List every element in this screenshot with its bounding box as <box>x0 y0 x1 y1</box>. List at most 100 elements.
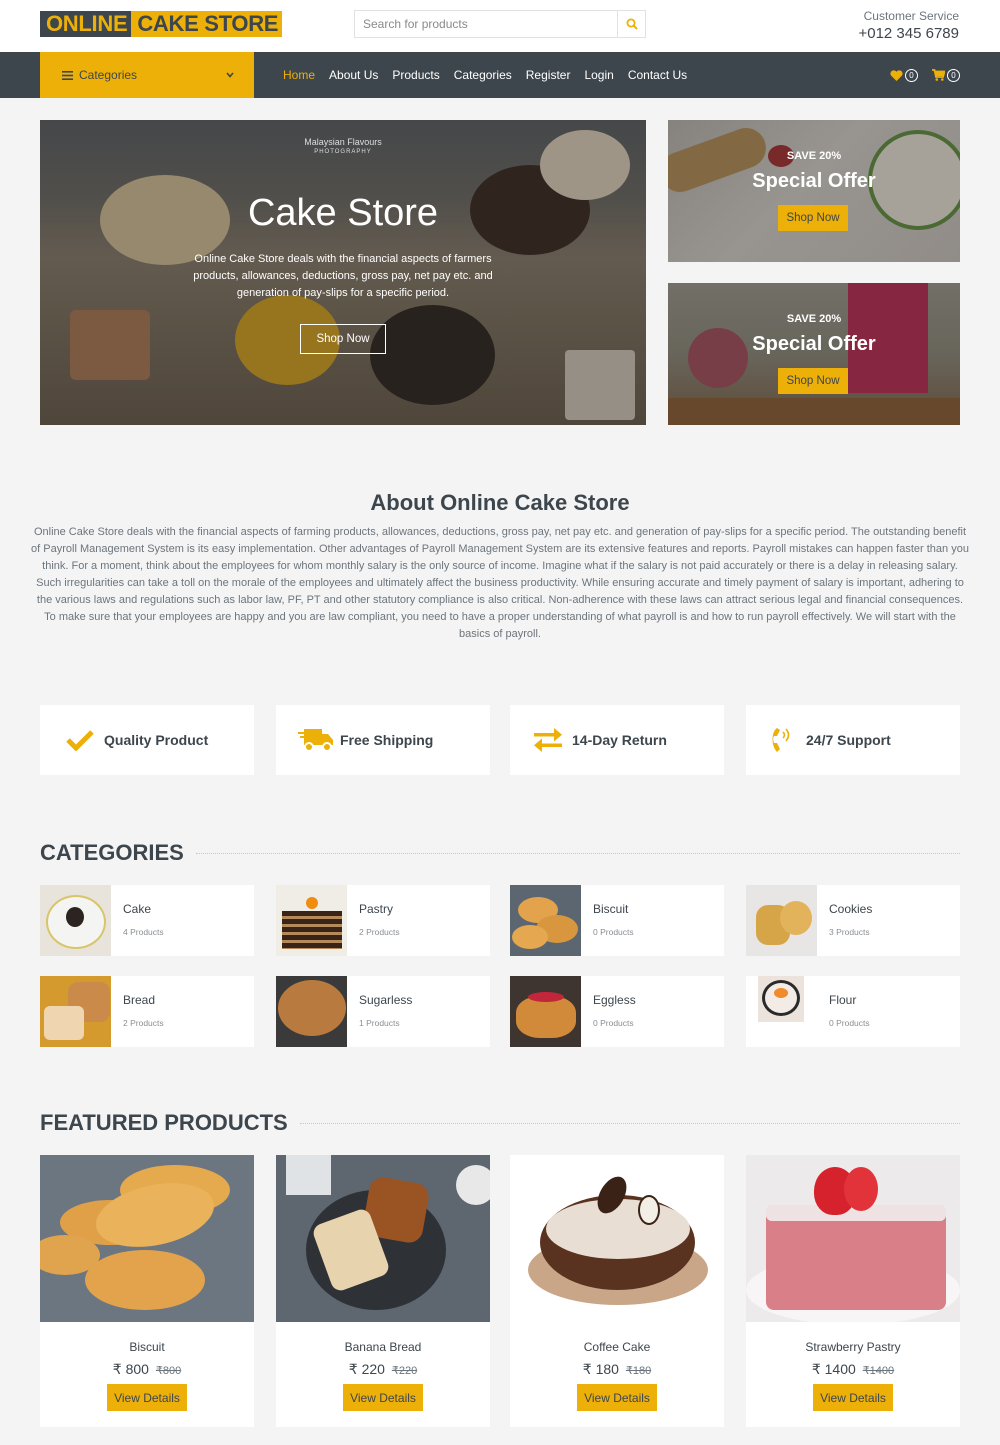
offer-2-shop-now-button[interactable]: Shop Now <box>778 368 848 394</box>
nav-links: Home About Us Products Categories Regist… <box>283 52 687 98</box>
category-name: Sugarless <box>359 993 413 1007</box>
offer-1-shop-now-button[interactable]: Shop Now <box>778 205 848 231</box>
category-card-flour[interactable]: Flour 0 Products <box>746 976 960 1047</box>
category-card-bread[interactable]: Bread 2 Products <box>40 976 254 1047</box>
about-text: Online Cake Store deals with the financi… <box>31 526 969 640</box>
shipping-truck-icon <box>298 729 333 752</box>
category-name: Cookies <box>829 902 873 916</box>
category-image <box>276 885 347 956</box>
offer-2-title: Special Offer <box>752 333 876 355</box>
category-count: 3 Products <box>829 927 870 937</box>
heart-icon <box>890 69 903 81</box>
watermark-line1: Malaysian Flavours <box>304 137 382 147</box>
nav-link-home[interactable]: Home <box>283 68 315 82</box>
category-card-pastry[interactable]: Pastry 2 Products <box>276 885 490 956</box>
nav-link-register[interactable]: Register <box>526 68 571 82</box>
category-name: Cake <box>123 902 152 916</box>
category-image <box>510 885 581 956</box>
category-card-cake[interactable]: Cake 4 Products <box>40 885 254 956</box>
customer-service-label: Customer Service <box>863 9 959 23</box>
check-icon <box>66 730 94 751</box>
search-icon <box>626 18 638 30</box>
product-image[interactable] <box>276 1155 490 1322</box>
phone-volume-icon <box>772 728 790 752</box>
product-price: ₹ 220 ₹220 <box>276 1361 490 1378</box>
menu-icon <box>62 70 73 80</box>
product-card-coffee-cake: Coffee Cake ₹ 180 ₹180 View Details <box>510 1155 724 1427</box>
nav-link-about-us[interactable]: About Us <box>329 68 378 82</box>
current-price: ₹ 1400 <box>811 1361 856 1377</box>
product-price: ₹ 800 ₹800 <box>40 1361 254 1378</box>
category-image <box>40 976 111 1047</box>
featured-title: FEATURED PRODUCTS <box>40 1110 288 1135</box>
feature-free-shipping: Free Shipping <box>276 705 490 775</box>
hero-carousel: Malaysian Flavours PHOTOGRAPHY Cake Stor… <box>40 120 646 425</box>
product-card-banana-bread: Banana Bread ₹ 220 ₹220 View Details <box>276 1155 490 1427</box>
feature-24-7-support: 24/7 Support <box>746 705 960 775</box>
search-button[interactable] <box>617 11 645 37</box>
store-logo[interactable]: ONLINE CAKE STORE <box>40 11 283 37</box>
product-image[interactable] <box>40 1155 254 1322</box>
offer-banner-2: SAVE 20% Special Offer Shop Now <box>668 283 960 425</box>
category-image <box>510 976 581 1047</box>
hero-title: Cake Store <box>247 192 439 234</box>
logo-part-online: ONLINE <box>40 11 132 37</box>
view-details-button[interactable]: View Details <box>107 1384 187 1411</box>
nav-link-login[interactable]: Login <box>584 68 613 82</box>
view-details-button[interactable]: View Details <box>813 1384 893 1411</box>
feature-label: Free Shipping <box>340 732 434 748</box>
top-header: ONLINE CAKE STORE Customer Service +012 … <box>0 0 1000 52</box>
nav-link-products[interactable]: Products <box>392 68 439 82</box>
offer-banner-1: SAVE 20% Special Offer Shop Now <box>668 120 960 262</box>
cart-icon <box>932 69 945 81</box>
section-divider <box>195 852 960 854</box>
category-card-sugarless[interactable]: Sugarless 1 Products <box>276 976 490 1047</box>
product-price: ₹ 1400 ₹1400 <box>746 1361 960 1378</box>
wishlist-button[interactable]: 0 <box>890 68 918 82</box>
category-card-biscuit[interactable]: Biscuit 0 Products <box>510 885 724 956</box>
categories-dropdown-button[interactable]: Categories <box>40 52 254 98</box>
feature-label: Quality Product <box>104 732 209 748</box>
category-count: 2 Products <box>123 1018 164 1028</box>
nav-icons: 0 0 <box>890 52 960 98</box>
product-image[interactable] <box>510 1155 724 1322</box>
current-price: ₹ 800 <box>112 1361 149 1377</box>
customer-service: Customer Service +012 345 6789 <box>858 9 959 42</box>
nav-link-contact-us[interactable]: Contact Us <box>628 68 687 82</box>
exchange-arrows-icon <box>534 728 562 752</box>
main-navbar: Categories Home About Us Products Catego… <box>0 52 1000 98</box>
product-name: Coffee Cake <box>583 1340 651 1354</box>
hero-shop-now-button[interactable]: Shop Now <box>300 324 386 354</box>
search-input[interactable] <box>355 11 617 37</box>
category-card-cookies[interactable]: Cookies 3 Products <box>746 885 960 956</box>
category-count: 2 Products <box>359 927 400 937</box>
featured-header: FEATURED PRODUCTS <box>40 1110 960 1136</box>
category-name: Pastry <box>359 902 394 916</box>
view-details-button[interactable]: View Details <box>577 1384 657 1411</box>
product-card-strawberry-pastry: Strawberry Pastry ₹ 1400 ₹1400 View Deta… <box>746 1155 960 1427</box>
product-name: Biscuit <box>129 1340 165 1354</box>
old-price: ₹220 <box>391 1365 418 1377</box>
product-name: Banana Bread <box>344 1340 422 1354</box>
offer-2-save: SAVE 20% <box>786 313 842 325</box>
feature-label: 14-Day Return <box>572 732 667 748</box>
wishlist-count: 0 <box>905 68 918 82</box>
feature-quality-product: Quality Product <box>40 705 254 775</box>
category-image <box>40 885 111 956</box>
category-image <box>746 885 817 956</box>
category-count: 0 Products <box>829 1018 870 1028</box>
feature-14-day-return: 14-Day Return <box>510 705 724 775</box>
search-bar <box>354 10 646 38</box>
categories-title: CATEGORIES <box>40 840 184 865</box>
view-details-button[interactable]: View Details <box>343 1384 423 1411</box>
nav-link-categories[interactable]: Categories <box>454 68 512 82</box>
offer-1-save: SAVE 20% <box>786 150 842 162</box>
cart-button[interactable]: 0 <box>932 68 960 82</box>
category-name: Flour <box>829 993 857 1007</box>
category-count: 4 Products <box>123 927 164 937</box>
category-card-eggless[interactable]: Eggless 0 Products <box>510 976 724 1047</box>
product-image[interactable] <box>746 1155 960 1322</box>
old-price: ₹180 <box>625 1365 652 1377</box>
old-price: ₹800 <box>155 1365 182 1377</box>
chevron-down-icon <box>226 72 234 78</box>
